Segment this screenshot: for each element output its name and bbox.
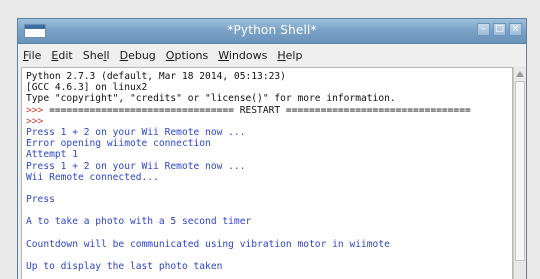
shell-line: >>> ================================ RES… bbox=[26, 105, 471, 116]
shell-line: Press bbox=[26, 194, 55, 206]
shell-line: [GCC 4.6.3] on linux2 bbox=[26, 82, 148, 94]
shell-line: >>> bbox=[26, 115, 44, 127]
shell-line: Wii Remote connected... bbox=[26, 171, 159, 183]
menu-debug-mnemonic: D bbox=[119, 48, 129, 62]
close-button[interactable]: × bbox=[509, 23, 522, 36]
menu-edit-label: dit bbox=[58, 48, 73, 62]
shell-line: Countdown will be communicated using vib… bbox=[26, 238, 390, 250]
shell-line: Python 2.7.3 (default, Mar 18 2014, 05:1… bbox=[26, 71, 286, 82]
minimize-button[interactable]: – bbox=[477, 23, 490, 36]
restart-banner: ================================ RESTART… bbox=[43, 104, 471, 116]
menu-shell-label-end: l bbox=[106, 48, 110, 62]
screenshot-frame: *Python Shell* – □ × File Edit Shell Deb… bbox=[0, 0, 540, 279]
shell-line: Press 1 + 2 on your Wii Remote now ... bbox=[26, 160, 246, 172]
menu-windows-label: indows bbox=[228, 48, 268, 62]
shell-output: Python 2.7.3 (default, Mar 18 2014, 05:1… bbox=[26, 71, 471, 272]
shell-line: A to take a photo with a 5 second timer bbox=[26, 216, 252, 228]
menu-shell[interactable]: Shell bbox=[82, 48, 111, 63]
menu-options[interactable]: Options bbox=[165, 48, 209, 63]
scrollbar-thumb[interactable] bbox=[515, 81, 525, 261]
maximize-button[interactable]: □ bbox=[493, 23, 506, 36]
menu-shell-label-start: She bbox=[82, 48, 104, 62]
shell-text-area[interactable]: Python 2.7.3 (default, Mar 18 2014, 05:1… bbox=[21, 67, 513, 279]
menu-debug[interactable]: Debug bbox=[119, 48, 157, 63]
menu-help-mnemonic: H bbox=[277, 48, 286, 62]
menu-help-label: elp bbox=[285, 48, 303, 62]
menu-file[interactable]: File bbox=[22, 48, 42, 63]
menu-help[interactable]: Help bbox=[276, 48, 303, 63]
python-shell-window: *Python Shell* – □ × File Edit Shell Deb… bbox=[17, 18, 527, 279]
shell-line: Type "copyright", "credits" or "license(… bbox=[26, 93, 396, 105]
menu-edit[interactable]: Edit bbox=[50, 48, 73, 63]
shell-line: Attempt 1 bbox=[26, 149, 78, 161]
shell-prompt: >>> bbox=[26, 104, 44, 116]
menu-windows-mnemonic: W bbox=[218, 48, 229, 62]
window-title: *Python Shell* bbox=[227, 23, 317, 37]
shell-line: Up to display the last photo taken bbox=[26, 261, 223, 273]
menu-options-label: ptions bbox=[174, 48, 209, 62]
shell-line: Press 1 + 2 on your Wii Remote now ... bbox=[26, 126, 246, 138]
menu-windows[interactable]: Windows bbox=[217, 48, 268, 63]
menu-bar: File Edit Shell Debug Options Windows He… bbox=[18, 44, 526, 66]
vertical-scrollbar[interactable] bbox=[513, 67, 526, 279]
scroll-up-arrow-icon[interactable] bbox=[516, 71, 524, 77]
window-controls: – □ × bbox=[477, 23, 522, 36]
title-bar[interactable]: *Python Shell* – □ × bbox=[18, 19, 526, 44]
menu-file-label: ile bbox=[28, 48, 42, 62]
menu-debug-label: ebug bbox=[128, 48, 156, 62]
shell-line: Error opening wiimote connection bbox=[26, 138, 211, 150]
